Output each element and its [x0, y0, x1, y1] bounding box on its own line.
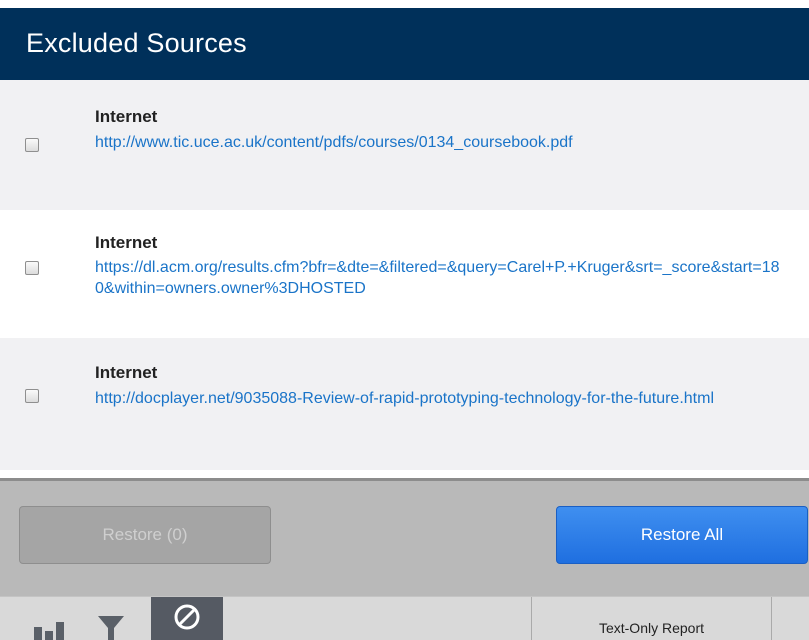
source-type: Internet: [95, 363, 158, 382]
source-type: Internet: [95, 233, 158, 252]
source-link[interactable]: http://www.tic.uce.ac.uk/content/pdfs/co…: [95, 132, 785, 153]
exclude-icon[interactable]: [151, 597, 223, 640]
panel-title: Excluded Sources: [26, 28, 247, 58]
panel-header: Excluded Sources: [0, 8, 809, 80]
source-checkbox[interactable]: [25, 138, 39, 152]
list-item: Internet http://www.tic.uce.ac.uk/conten…: [0, 80, 809, 210]
restore-button[interactable]: Restore (0): [19, 506, 271, 564]
bottom-toolbar: Text-Only Report: [0, 596, 809, 640]
list-item: Internet http://docplayer.net/9035088-Re…: [0, 338, 809, 470]
source-link[interactable]: http://docplayer.net/9035088-Review-of-r…: [95, 388, 785, 409]
text-only-report-tab[interactable]: Text-Only Report: [531, 597, 772, 640]
source-checkbox[interactable]: [25, 261, 39, 275]
filter-icon[interactable]: [96, 597, 126, 640]
list-item: Internet https://dl.acm.org/results.cfm?…: [0, 210, 809, 338]
excluded-sources-list: Internet http://www.tic.uce.ac.uk/conten…: [0, 80, 809, 480]
source-link[interactable]: https://dl.acm.org/results.cfm?bfr=&dte=…: [95, 257, 785, 299]
top-strip: [0, 0, 809, 8]
source-checkbox[interactable]: [25, 389, 39, 403]
source-type: Internet: [95, 107, 158, 126]
restore-all-button[interactable]: Restore All: [556, 506, 808, 564]
bar-chart-icon[interactable]: [32, 597, 72, 640]
